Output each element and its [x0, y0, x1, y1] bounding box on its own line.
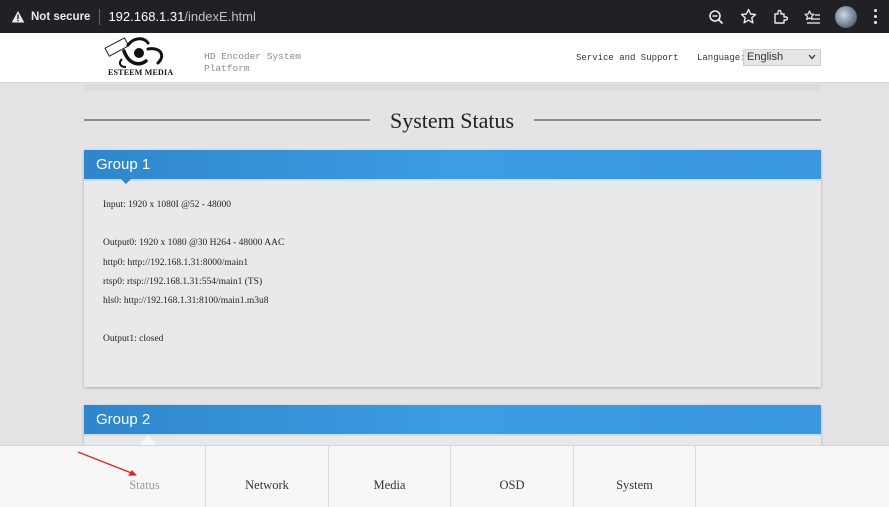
- not-secure-label: Not secure: [31, 10, 91, 23]
- group-2-title: Group 2: [96, 411, 151, 428]
- bookmark-star-icon[interactable]: [739, 8, 757, 26]
- nav-network[interactable]: Network: [206, 446, 329, 507]
- status-input-line: Input: 1920 x 1080I @52 - 48000: [103, 200, 232, 210]
- status-output1-line: Output1: closed: [103, 334, 164, 345]
- logo-wordmark: ESTEEM MEDIA: [108, 68, 174, 77]
- nav-system[interactable]: System: [574, 446, 696, 507]
- language-label: Language:: [697, 53, 746, 63]
- url-path: /indexE.html: [184, 9, 256, 24]
- language-select[interactable]: English: [743, 49, 821, 66]
- header-notch: [121, 179, 131, 184]
- page-title: System Status: [389, 108, 515, 133]
- chevron-down-icon: [808, 54, 816, 60]
- group-2-panel: Group 2: [84, 405, 821, 450]
- browser-bar: Not secure 192.168.1.31/indexE.html: [0, 0, 889, 33]
- header-shadow-strip: [84, 84, 821, 91]
- url-host: 192.168.1.31: [108, 9, 185, 24]
- group-1-status: Input: 1920 x 1080I @52 - 48000 Output0:…: [84, 179, 821, 353]
- more-menu-icon[interactable]: [867, 8, 883, 26]
- group-2-body: [84, 434, 821, 436]
- status-output0-line: Output0: 1920 x 1080 @30 H264 - 48000 AA…: [103, 238, 285, 249]
- status-rtsp0-line: rtsp0: rtsp://192.168.1.31:554/main1 (TS…: [103, 276, 263, 287]
- nav-media[interactable]: Media: [329, 446, 451, 507]
- group-2-header: Group 2: [84, 405, 821, 434]
- nav-osd[interactable]: OSD: [451, 446, 574, 507]
- profile-avatar[interactable]: [835, 5, 857, 28]
- title-rule-right: [534, 119, 821, 121]
- address-bar[interactable]: 192.168.1.31/indexE.html: [108, 9, 255, 24]
- browser-actions: [707, 0, 889, 33]
- group-1-panel: Group 1 Input: 1920 x 1080I @52 - 48000 …: [84, 150, 821, 387]
- favorites-list-icon[interactable]: [803, 8, 821, 26]
- active-tab-pointer: [140, 435, 156, 445]
- service-support-link[interactable]: Service and Support: [576, 53, 679, 63]
- status-http0-line: http0: http://192.168.1.31:8000/main1: [103, 257, 249, 268]
- warning-icon: [11, 10, 25, 22]
- nav-status[interactable]: Status: [84, 446, 206, 507]
- title-rule-left: [84, 119, 370, 121]
- security-indicator[interactable]: Not secure: [11, 10, 90, 24]
- zoom-icon[interactable]: [707, 8, 725, 26]
- group-1-title: Group 1: [96, 156, 151, 173]
- language-value: English: [747, 51, 784, 63]
- bottom-nav: Status Network Media OSD System: [0, 445, 889, 507]
- extensions-icon[interactable]: [771, 8, 789, 26]
- address-divider: [99, 8, 101, 25]
- platform-tagline: HD Encoder System Platform: [204, 51, 301, 74]
- group-1-header: Group 1: [84, 150, 821, 184]
- site-header: ESTEEM MEDIA HD Encoder System Platform …: [0, 33, 889, 83]
- status-hls0-line: hls0: http://192.168.1.31:8100/main1.m3u…: [103, 296, 269, 307]
